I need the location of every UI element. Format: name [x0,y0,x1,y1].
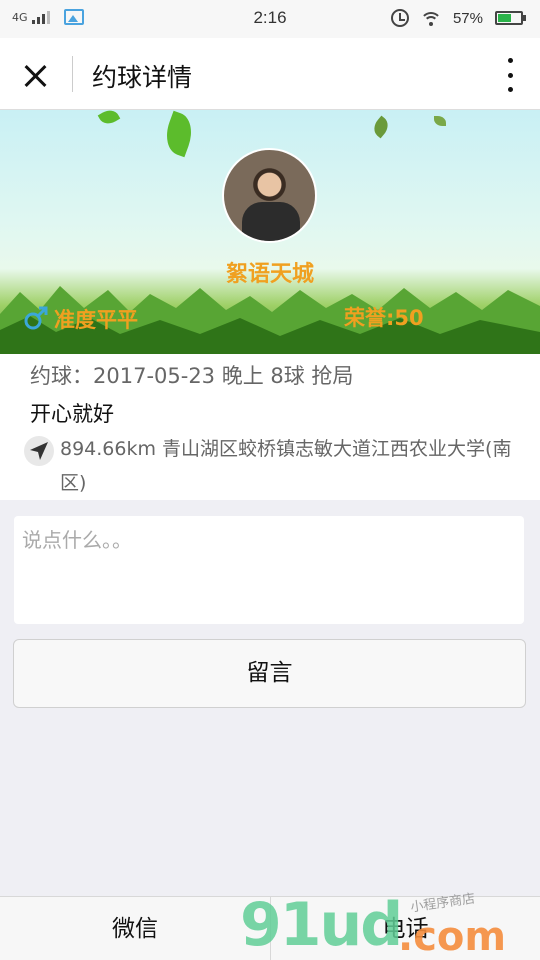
status-right: 57% [390,9,526,27]
alarm-icon [390,9,409,27]
nav-divider [72,56,73,92]
wifi-icon [420,10,441,26]
battery-icon [495,11,526,25]
wechat-button[interactable]: 微信 [0,897,270,960]
submit-comment-button[interactable]: 留言 [13,639,526,708]
leaf-decoration [369,115,393,139]
avatar[interactable] [222,148,317,243]
page-title: 约球详情 [92,63,193,92]
profile-banner: 絮语天城 准度平平 荣誉:50 [0,110,540,354]
comment-input[interactable] [14,516,524,624]
match-detail: 约球：2017-05-23 晚上 8球 抢局 [30,364,354,388]
leaf-decoration [434,116,446,126]
honor-score: 荣誉:50 [344,306,424,330]
battery-percent: 57% [452,9,483,27]
battery-fill [498,14,511,22]
leaf-decoration [159,110,199,158]
user-name: 絮语天城 [225,262,314,287]
match-info: 约球：2017-05-23 晚上 8球 抢局 开心就好 894.66km 青山湖… [0,354,540,500]
male-icon [24,306,48,330]
nav-bar: 约球详情 [0,38,540,110]
close-icon[interactable] [18,58,54,94]
bottom-bar: 微信 电话 [0,896,540,960]
leaf-decoration [97,110,121,128]
phone-button[interactable]: 电话 [270,897,540,960]
location-arrow-icon [24,436,54,466]
status-bar: 4G 2:16 57% [0,0,540,38]
match-location[interactable]: 894.66km 青山湖区蛟桥镇志敏大道江西农业大学(南区) [60,432,520,500]
match-note: 开心就好 [30,402,114,426]
skill-level: 准度平平 [54,308,138,332]
more-menu-icon[interactable] [504,58,516,92]
